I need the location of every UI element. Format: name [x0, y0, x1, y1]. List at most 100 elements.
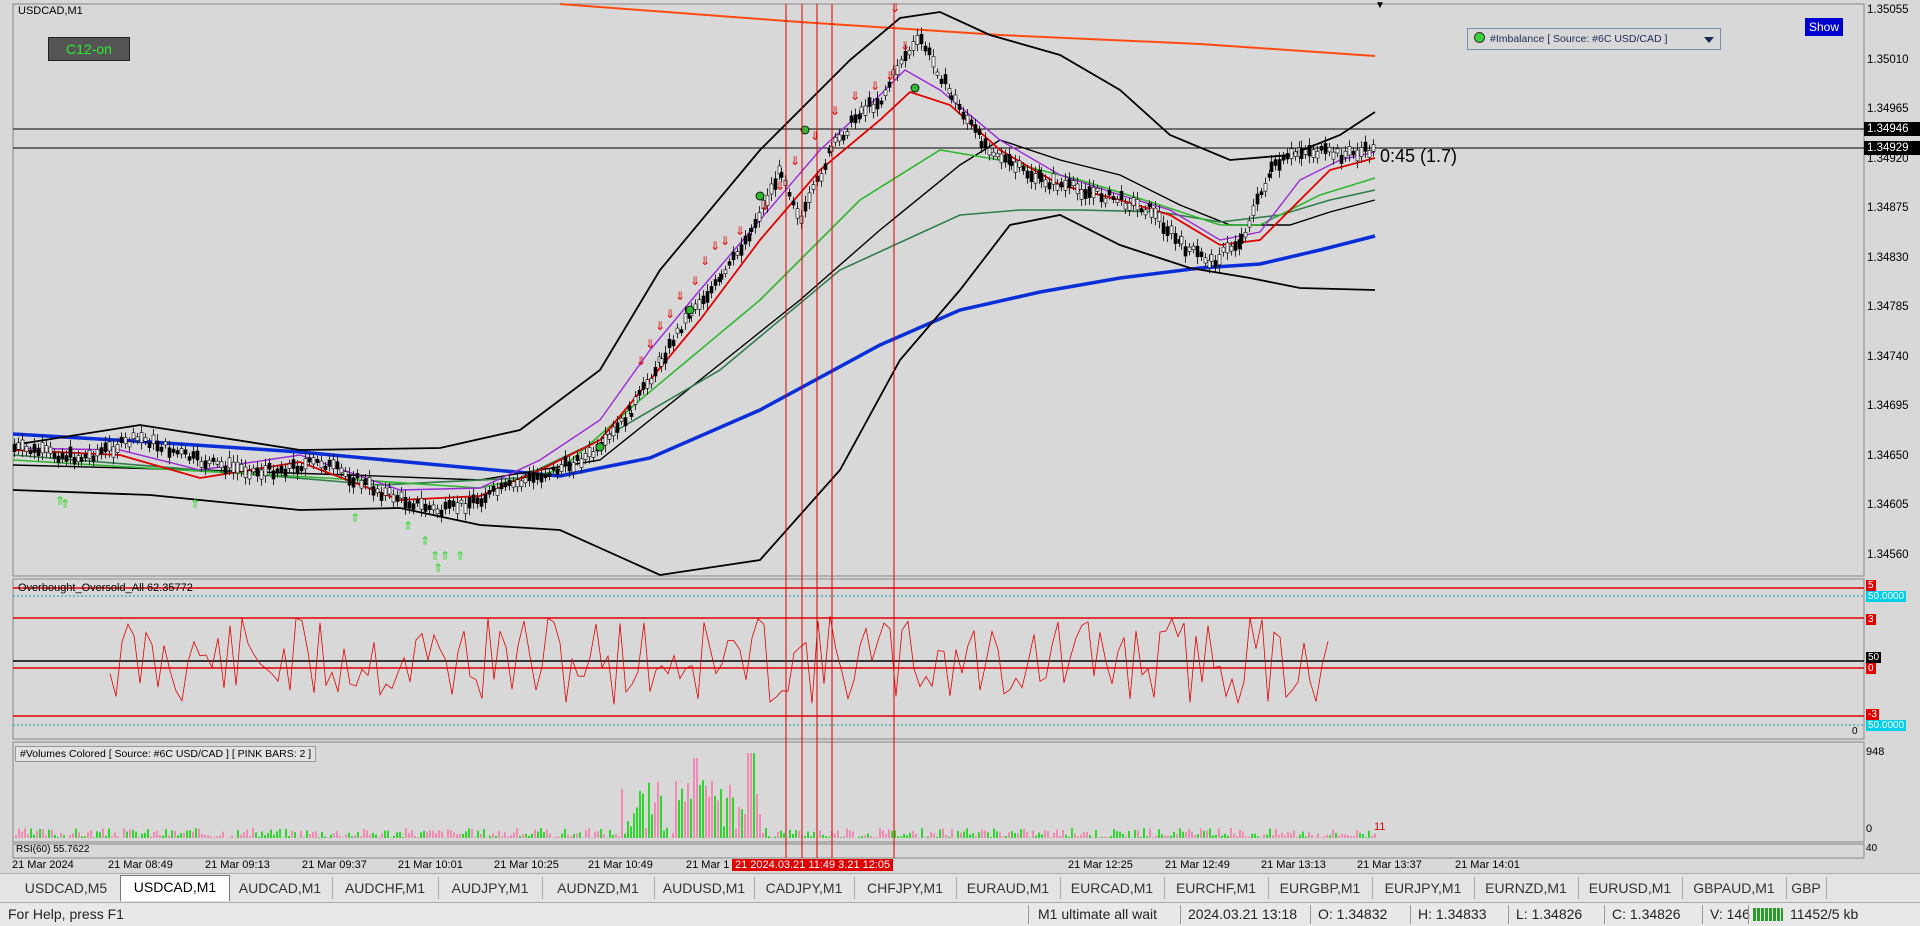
volume-bar: [765, 828, 767, 838]
main-chart[interactable]: ⇓⇓⇓⇓⇓⇓⇓⇓⇓⇓⇓⇓⇓⇓⇓⇓⇓⇓⇓⇓⇑⇑⇑⇑⇑⇑⇑⇑⇑⇑ USDCAD,M1…: [0, 0, 1920, 873]
imbalance-selector[interactable]: #Imbalance [ Source: #6C USD/CAD ]: [1467, 28, 1721, 50]
volume-bar: [1359, 833, 1361, 838]
volume-bar: [678, 800, 680, 838]
sell-arrow-icon: ⇓: [900, 39, 910, 53]
volume-bar: [1119, 832, 1121, 838]
tab-gbpaud-m1[interactable]: GBPAUD,M1: [1682, 877, 1787, 899]
candle-body: [924, 46, 927, 51]
volume-bar: [54, 835, 56, 838]
tab-eurgbp-m1[interactable]: EURGBP,M1: [1268, 877, 1373, 899]
price-axis-label: 1.34695: [1867, 400, 1909, 412]
candle-body: [850, 116, 853, 122]
volume-bar: [1125, 837, 1127, 838]
candle-body: [1290, 149, 1293, 159]
volume-bar: [273, 835, 275, 838]
dropdown-triangle-icon[interactable]: ▼: [1375, 0, 1385, 11]
volume-bar: [936, 837, 938, 838]
candle-body: [950, 96, 953, 100]
volume-bar: [1239, 830, 1241, 838]
volume-bar: [825, 836, 827, 838]
tab-gbp[interactable]: GBP: [1786, 877, 1827, 899]
volume-bar: [411, 830, 413, 838]
candle-body: [1218, 255, 1221, 265]
volume-bar: [93, 837, 95, 838]
time-axis-label: 21 Mar 08:49: [108, 859, 173, 871]
candle-body: [1048, 183, 1051, 189]
volume-bar: [291, 831, 293, 838]
tab-eurnzd-m1[interactable]: EURNZD,M1: [1474, 877, 1579, 899]
c12-status-badge[interactable]: C12-on: [48, 37, 130, 61]
tab-audcad-m1[interactable]: AUDCAD,M1: [228, 877, 333, 899]
buy-arrow-icon: ⇑: [190, 497, 200, 511]
volume-bar: [168, 836, 170, 838]
volume-bar: [369, 834, 371, 838]
volume-bar: [507, 836, 509, 838]
tab-eurchf-m1[interactable]: EURCHF,M1: [1164, 877, 1269, 899]
volume-bar: [126, 832, 128, 838]
candle-body: [1308, 145, 1311, 156]
tab-euraud-m1[interactable]: EURAUD,M1: [956, 877, 1061, 899]
tab-eurjpy-m1[interactable]: EURJPY,M1: [1372, 877, 1475, 899]
candle-body: [630, 413, 633, 416]
volume-bar: [822, 835, 824, 838]
tab-audjpy-m1[interactable]: AUDJPY,M1: [438, 877, 543, 899]
tab-cadjpy-m1[interactable]: CADJPY,M1: [754, 877, 855, 899]
volume-bar: [1203, 831, 1205, 838]
volume-bar: [1341, 834, 1343, 838]
volume-bar: [393, 836, 395, 838]
candle-body: [1170, 226, 1173, 234]
candle-body: [460, 500, 463, 503]
candle-body: [1124, 203, 1127, 209]
volume-bar: [843, 836, 845, 838]
volume-bar: [72, 833, 74, 838]
candle-body: [1344, 151, 1347, 157]
tab-audchf-m1[interactable]: AUDCHF,M1: [332, 877, 439, 899]
candle-body: [668, 339, 671, 347]
tab-chfjpy-m1[interactable]: CHFJPY,M1: [854, 877, 957, 899]
volume-bar: [408, 833, 410, 838]
volume-bar: [195, 828, 197, 838]
volume-bar: [78, 832, 80, 838]
candle-body: [1010, 161, 1013, 166]
volume-bar: [627, 821, 629, 838]
candle-body: [1180, 236, 1183, 244]
candle-body: [116, 444, 119, 452]
volume-bar: [1161, 834, 1163, 838]
tab-usdcad-m5[interactable]: USDCAD,M5: [12, 877, 121, 899]
candle-body: [834, 137, 837, 142]
volume-bar: [1074, 833, 1076, 838]
tab-audusd-m1[interactable]: AUDUSD,M1: [654, 877, 755, 899]
volume-bar: [156, 831, 158, 838]
chart-canvas[interactable]: ⇓⇓⇓⇓⇓⇓⇓⇓⇓⇓⇓⇓⇓⇓⇓⇓⇓⇓⇓⇓⇑⇑⇑⇑⇑⇑⇑⇑⇑⇑: [0, 0, 1920, 873]
chevron-down-icon[interactable]: [1704, 37, 1714, 43]
volume-bar: [852, 832, 854, 838]
sell-arrow-icon: ⇓: [735, 224, 745, 238]
candle-body: [1222, 247, 1225, 252]
price-axis-label: 1.34605: [1867, 499, 1909, 511]
volume-bar: [963, 831, 965, 838]
tab-audnzd-m1[interactable]: AUDNZD,M1: [542, 877, 655, 899]
time-axis-label: 21 Mar 09:13: [205, 859, 270, 871]
tab-usdcad-m1[interactable]: USDCAD,M1: [120, 875, 230, 901]
show-button[interactable]: Show: [1805, 18, 1843, 36]
rsi-axis: 40: [1866, 843, 1877, 854]
volume-bar: [978, 832, 980, 838]
tab-eurcad-m1[interactable]: EURCAD,M1: [1060, 877, 1165, 899]
candle-body: [1360, 148, 1363, 157]
connection-bars-icon[interactable]: [1753, 908, 1783, 921]
volume-bar: [153, 832, 155, 838]
volume-bar: [729, 785, 731, 838]
candle-body: [1052, 174, 1055, 184]
volume-bar: [741, 809, 743, 838]
volume-bar: [276, 831, 278, 838]
price-axis-label: 1.34650: [1867, 450, 1909, 462]
tab-eurusd-m1[interactable]: EURUSD,M1: [1578, 877, 1683, 899]
volume-bar: [504, 832, 506, 838]
volume-bar: [993, 829, 995, 838]
volume-bar: [330, 834, 332, 838]
price-axis-label: 1.35055: [1867, 4, 1909, 16]
volume-bar: [1023, 829, 1025, 838]
candle-body: [1264, 183, 1267, 191]
candle-body: [900, 60, 903, 64]
time-axis-label: 21 Mar 13:37: [1357, 859, 1422, 871]
